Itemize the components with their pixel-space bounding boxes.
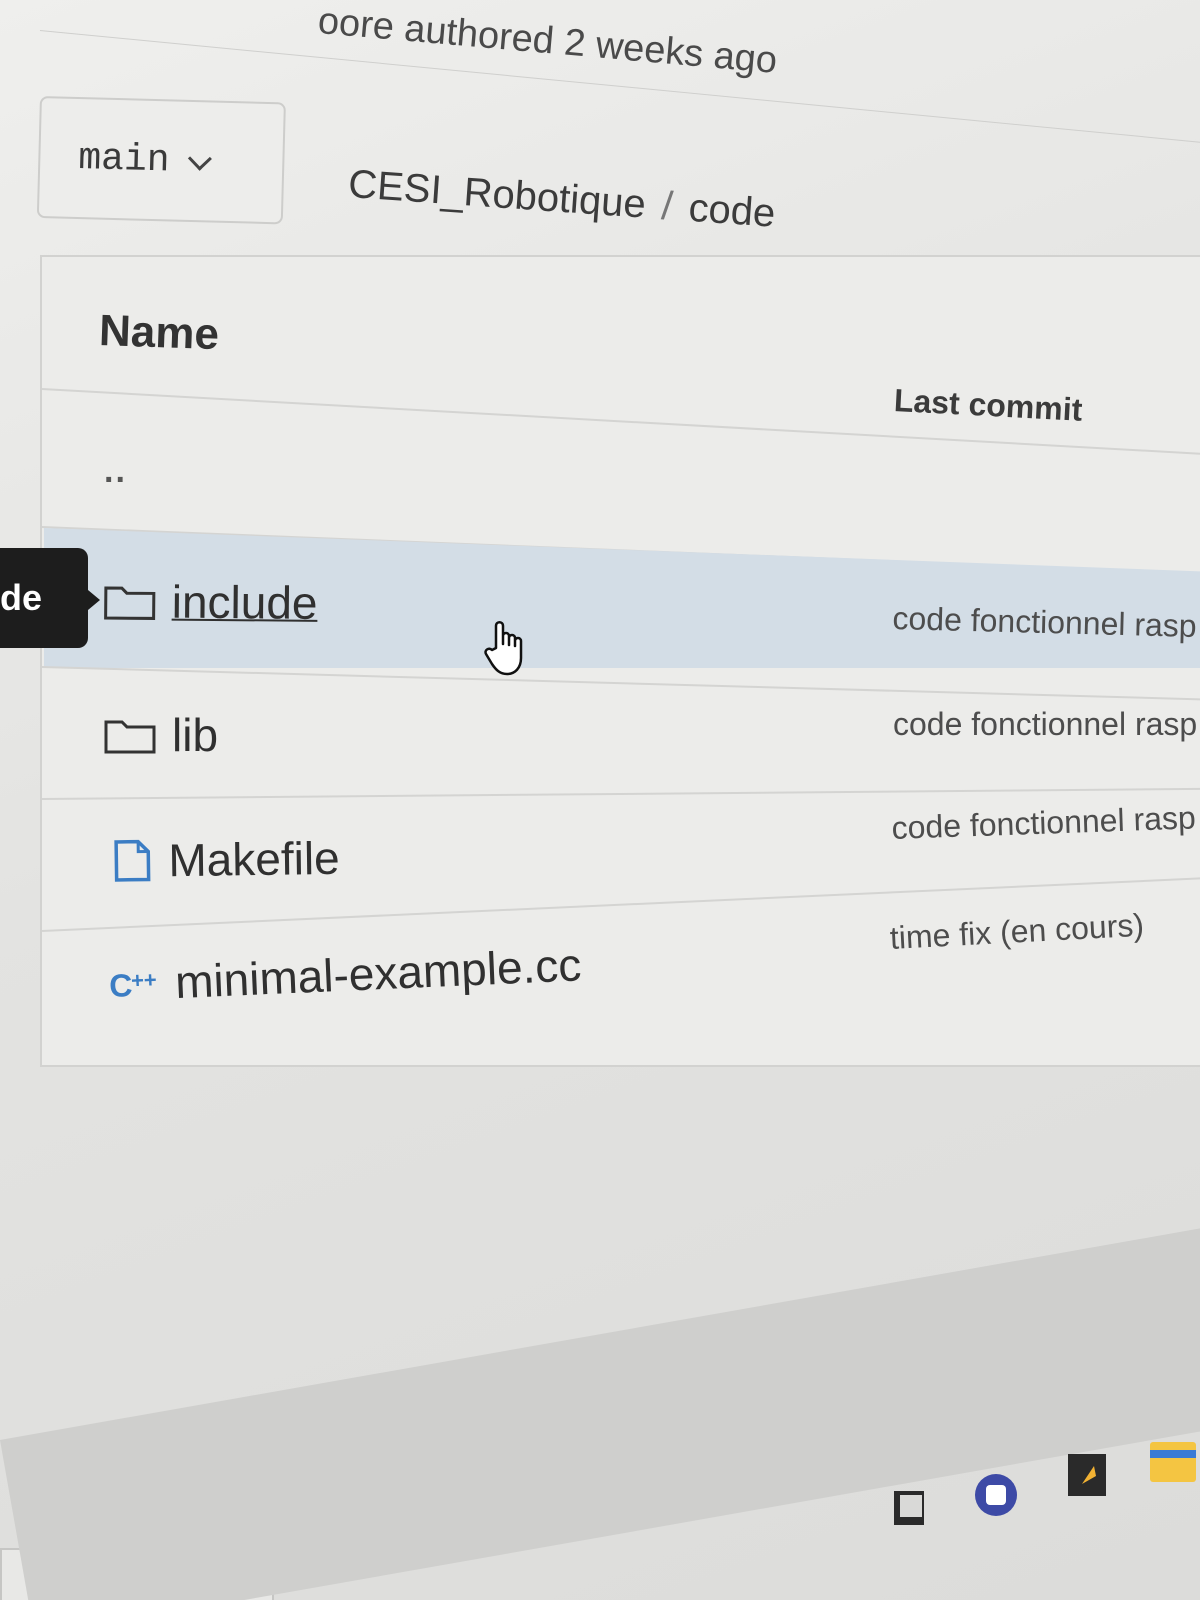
hand-cursor-icon	[482, 618, 530, 685]
file-link-makefile[interactable]: Makefile	[168, 831, 340, 887]
folder-app-icon[interactable]	[1146, 1432, 1200, 1497]
breadcrumb-folder: code	[687, 185, 777, 236]
breadcrumb-repo[interactable]: CESI_Robotique	[347, 162, 647, 227]
breadcrumb-separator: /	[660, 183, 675, 229]
branch-selector[interactable]: main	[36, 96, 286, 225]
file-icon	[112, 838, 153, 883]
taskbar	[0, 1196, 1200, 1600]
cpp-file-icon: C ++	[108, 964, 170, 1003]
app-icon[interactable]	[890, 1485, 930, 1534]
tooltip-arrow	[88, 590, 100, 610]
column-header-name: Name	[98, 306, 220, 360]
table-row[interactable]: lib	[104, 708, 218, 762]
app-icon[interactable]	[1064, 1450, 1110, 1505]
chevron-down-icon	[188, 146, 213, 171]
tooltip: de	[0, 548, 88, 648]
file-link-include[interactable]: include	[172, 575, 318, 630]
screen: oore authored 2 weeks ago main CESI_Robo…	[0, 0, 1200, 1600]
row-last-commit[interactable]: code fonctionnel rasp	[893, 706, 1197, 743]
breadcrumb: CESI_Robotique / code	[347, 162, 777, 237]
tooltip-text: de	[0, 577, 43, 618]
last-commit-info: oore authored 2 weeks ago	[316, 0, 779, 82]
branch-name: main	[77, 136, 171, 182]
teams-icon[interactable]	[972, 1470, 1020, 1525]
folder-icon	[104, 582, 156, 620]
file-link-lib[interactable]: lib	[172, 708, 218, 762]
table-row[interactable]: include	[104, 574, 318, 630]
row-last-commit[interactable]: code fonctionnel rasp	[892, 600, 1197, 645]
parent-directory-link[interactable]: ..	[104, 452, 127, 491]
svg-text:C: C	[108, 967, 133, 1003]
svg-text:++: ++	[130, 967, 157, 993]
folder-icon	[104, 716, 156, 754]
table-row[interactable]: Makefile	[112, 831, 340, 888]
